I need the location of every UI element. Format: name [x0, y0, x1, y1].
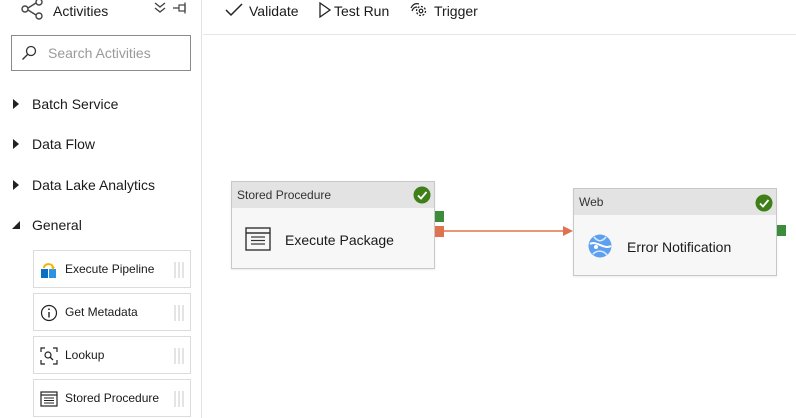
- lookup-icon: [40, 347, 58, 365]
- activity-node-error-notification[interactable]: Web Error Notification: [573, 188, 777, 276]
- activity-node-execute-package[interactable]: Stored Procedure Execute Package: [231, 181, 435, 269]
- activity-label: Stored Procedure: [65, 391, 160, 405]
- expand-caret-icon[interactable]: [12, 180, 20, 190]
- trigger-icon: [410, 3, 427, 17]
- validate-label: Validate: [249, 3, 299, 19]
- pipeline-toolbar: Validate Test Run Trigger: [203, 0, 796, 35]
- info-icon: [40, 304, 58, 322]
- activities-header: Activities: [0, 0, 201, 22]
- category-general[interactable]: General: [0, 213, 201, 239]
- activity-label: Lookup: [65, 348, 105, 362]
- drag-handle-icon[interactable]: [172, 347, 186, 365]
- category-label: Batch Service: [32, 96, 119, 112]
- success-check-icon: [755, 194, 773, 212]
- pin-icon[interactable]: [172, 1, 188, 15]
- activity-label: Execute Pipeline: [65, 262, 155, 276]
- test-run-button[interactable]: Test Run: [319, 0, 395, 22]
- node-header: Web: [574, 189, 776, 215]
- trigger-label: Trigger: [434, 3, 478, 19]
- checkmark-icon: [225, 3, 243, 17]
- collapse-panel-icon[interactable]: [153, 1, 167, 15]
- search-input[interactable]: [48, 42, 184, 64]
- expand-caret-icon[interactable]: [12, 139, 20, 149]
- panel-title: Activities: [53, 3, 109, 19]
- pipeline-icon: [21, 0, 43, 20]
- activity-execute-pipeline[interactable]: Execute Pipeline: [33, 250, 191, 288]
- node-header: Stored Procedure: [232, 182, 434, 208]
- activity-get-metadata[interactable]: Get Metadata: [33, 293, 191, 331]
- execute-pipeline-icon: [41, 263, 56, 278]
- category-data-lake-analytics[interactable]: Data Lake Analytics: [0, 173, 201, 199]
- category-label: Data Flow: [32, 136, 96, 152]
- activity-label: Get Metadata: [65, 305, 138, 319]
- category-batch-service[interactable]: Batch Service: [0, 92, 201, 118]
- success-check-icon: [413, 186, 431, 204]
- drag-handle-icon[interactable]: [172, 304, 186, 322]
- search-icon: [22, 45, 37, 60]
- pipeline-canvas[interactable]: Stored Procedure Execute Package Web Err…: [203, 36, 796, 418]
- activity-stored-procedure[interactable]: Stored Procedure: [33, 379, 191, 417]
- web-activity-icon: [588, 234, 612, 258]
- success-output-port[interactable]: [777, 225, 786, 236]
- validate-button[interactable]: Validate: [225, 0, 305, 22]
- test-run-label: Test Run: [334, 3, 390, 19]
- trigger-button[interactable]: Trigger: [410, 0, 490, 22]
- failure-output-port[interactable]: [435, 226, 444, 237]
- success-output-port[interactable]: [435, 211, 444, 222]
- node-name: Execute Package: [285, 232, 394, 248]
- collapse-caret-icon[interactable]: [12, 220, 20, 230]
- category-data-flow[interactable]: Data Flow: [0, 132, 201, 158]
- node-name: Error Notification: [627, 239, 732, 255]
- activity-lookup[interactable]: Lookup: [33, 336, 191, 374]
- expand-caret-icon[interactable]: [12, 99, 20, 109]
- node-type-label: Stored Procedure: [237, 188, 332, 202]
- category-label: Data Lake Analytics: [32, 177, 155, 193]
- stored-procedure-icon: [40, 391, 58, 407]
- activities-panel: Activities Batch Service Data Flow Data …: [0, 0, 202, 418]
- node-type-label: Web: [579, 195, 604, 209]
- search-activities-box[interactable]: [11, 35, 191, 71]
- category-label: General: [32, 217, 82, 233]
- drag-handle-icon[interactable]: [172, 261, 186, 279]
- drag-handle-icon[interactable]: [172, 390, 186, 408]
- stored-procedure-icon: [245, 227, 271, 251]
